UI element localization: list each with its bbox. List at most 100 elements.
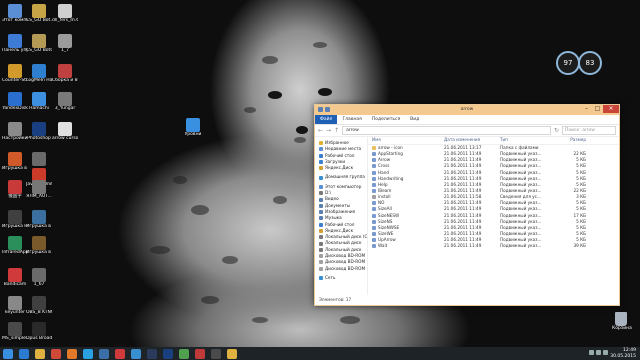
desktop-icon-label: Уровни <box>184 132 202 137</box>
desktop-icon[interactable]: InfraredApp <box>2 236 28 255</box>
ie-app-icon[interactable] <box>19 348 29 359</box>
desktop-icon[interactable]: CS_GO Bot.Config <box>26 4 52 23</box>
folder-icon <box>319 276 323 281</box>
recycle-bin-icon[interactable]: Корзина <box>612 312 632 331</box>
desktop-icon[interactable]: Уровни <box>180 118 206 137</box>
steam-app-icon[interactable] <box>147 348 157 359</box>
desktop-icon[interactable]: 俄国字 <box>2 180 28 199</box>
desktop-icon[interactable]: YandexDisk <box>2 92 28 111</box>
desktop-icon[interactable]: ЯЛМ_AUT... <box>26 180 52 199</box>
explorer-window-app-icon[interactable] <box>227 348 237 359</box>
bandicam-app-icon[interactable] <box>195 348 205 359</box>
close-button[interactable]: × <box>603 105 619 113</box>
desktop-icon-image <box>8 180 22 194</box>
file-row[interactable]: Wait 21.06.2011 11:49 Подвижный указ... 39 … <box>368 243 619 249</box>
network-icon[interactable] <box>589 350 594 355</box>
desktop-icon[interactable]: LogMeIn Hamachi <box>26 64 52 83</box>
volume-icon[interactable] <box>596 350 601 355</box>
folder-icon <box>319 175 323 180</box>
address-bar[interactable]: arrow <box>342 126 551 135</box>
desktop-icon[interactable]: dll_fers_m.6... <box>52 4 78 23</box>
desktop-icon-image <box>32 268 46 282</box>
desktop-icon-image <box>8 152 22 166</box>
nav-item-label: Сеть <box>325 274 336 280</box>
app-12-icon[interactable] <box>179 348 189 359</box>
column-name[interactable]: Имя <box>368 136 444 144</box>
desktop-icon-image <box>58 64 72 78</box>
desktop-icon[interactable]: Этот компьютер <box>2 4 28 23</box>
desktop-icon-image <box>8 64 22 78</box>
desktop-icon[interactable]: keyunter <box>2 296 28 315</box>
cpu-gauge: 97 <box>556 51 580 75</box>
back-arrow-icon[interactable]: ← <box>318 127 323 134</box>
tab-view[interactable]: Вид <box>405 115 424 124</box>
desktop-icon[interactable]: Панель управления <box>2 34 28 53</box>
minimize-button[interactable]: – <box>581 105 592 113</box>
nav-item[interactable]: Сеть <box>315 275 367 281</box>
desktop-icon-label: OBS_B KTNO... <box>26 310 52 315</box>
desktop-icon[interactable]: MS_simple... <box>2 322 28 341</box>
desktop-icon[interactable]: 3_Yungar <box>52 92 78 111</box>
desktop-icon[interactable]: 1_67 <box>26 268 52 287</box>
explorer-app-icon[interactable] <box>35 348 45 359</box>
desktop-icon[interactable]: arrow cursor <box>52 122 78 141</box>
maximize-button[interactable]: □ <box>592 105 603 113</box>
nav-item-label: Яндекс.Диск <box>325 165 354 171</box>
file-icon <box>372 189 376 194</box>
desktop-icon[interactable]: CS_GO BotChange... <box>26 34 52 53</box>
nav-item-label: Домашняя группа <box>325 174 365 180</box>
desktop-icon[interactable] <box>26 152 52 166</box>
column-size[interactable]: Размер <box>546 136 590 144</box>
desktop-icon[interactable]: Bandicam <box>2 268 28 287</box>
system-tray-icons[interactable] <box>589 350 608 355</box>
desktop-icon-image <box>8 122 22 136</box>
clock[interactable]: 12:49 30.05.2015 <box>610 348 636 359</box>
chrome-app-icon[interactable] <box>51 348 61 359</box>
language-icon[interactable] <box>603 350 608 355</box>
desktop-icon[interactable]: Настройки Counter-Str. <box>2 122 28 141</box>
photoshop-app-icon[interactable] <box>163 348 173 359</box>
column-date[interactable]: Дата изменения <box>444 136 500 144</box>
desktop-icon-label: Настройки Counter-Str. <box>2 136 28 141</box>
desktop-icon[interactable]: 1_7 <box>52 34 78 53</box>
desktop-icon-image <box>58 92 72 106</box>
app-9-icon[interactable] <box>131 348 141 359</box>
desktop-icon[interactable]: Сборка и 8... <box>52 64 78 83</box>
firefox-app-icon[interactable] <box>67 348 77 359</box>
tab-share[interactable]: Поделиться <box>367 115 405 124</box>
tab-file[interactable]: Файл <box>315 115 338 124</box>
desktop-icon-label: Игрушка в Star Conflict <box>2 166 28 171</box>
forward-arrow-icon[interactable]: → <box>326 127 331 134</box>
desktop-icon[interactable]: Игрушка в Извлечение <box>26 210 52 229</box>
column-type[interactable]: Тип <box>500 136 546 144</box>
refresh-icon[interactable]: ↻ <box>554 127 559 134</box>
desktop-icon-label: Игрушка Hacker <box>2 224 28 229</box>
opera-app-icon[interactable] <box>115 348 125 359</box>
app-14-icon[interactable] <box>211 348 221 359</box>
desktop-icon[interactable]: OBS_B KTNO... <box>26 296 52 315</box>
folder-icon <box>319 260 323 265</box>
desktop-icon[interactable]: Hamachi <box>26 92 52 111</box>
up-arrow-icon[interactable]: ↑ <box>334 127 339 134</box>
desktop-icon-label: ЯЛМ_AUT... <box>26 194 52 199</box>
desktop-icon-image <box>32 92 46 106</box>
skype-app-icon[interactable] <box>83 348 93 359</box>
desktop-icon[interactable]: Игрушка Hacker <box>2 210 28 229</box>
system-monitor-gadget[interactable]: 97 83 <box>556 51 602 75</box>
explorer-window[interactable]: arrow – □ × Файл Главная Поделиться Вид … <box>314 104 620 306</box>
start-button-icon[interactable] <box>3 348 13 359</box>
desktop-icon[interactable]: Counter-Str. Global Offe... <box>2 64 28 83</box>
column-headers: Имя Дата изменения Тип Размер <box>368 136 619 145</box>
tab-home[interactable]: Главная <box>337 115 366 124</box>
desktop-icon[interactable]: Игрушка в Star Conflict <box>2 152 28 171</box>
title-bar[interactable]: arrow – □ × <box>315 105 619 115</box>
desktop-icon-label: keyunter <box>5 310 25 315</box>
vk-app-icon[interactable] <box>99 348 109 359</box>
desktop-icon-label: 1_7 <box>61 48 69 53</box>
desktop-icon[interactable]: Игрушка в World <box>26 236 52 255</box>
desktop-icon[interactable]: Photoshop <box>26 122 52 141</box>
search-input[interactable]: Поиск: arrow <box>562 126 616 135</box>
desktop-icon-image <box>8 34 22 48</box>
desktop-icon-image <box>186 118 200 132</box>
desktop-icon[interactable]: Opus Broadcast... <box>26 322 52 341</box>
